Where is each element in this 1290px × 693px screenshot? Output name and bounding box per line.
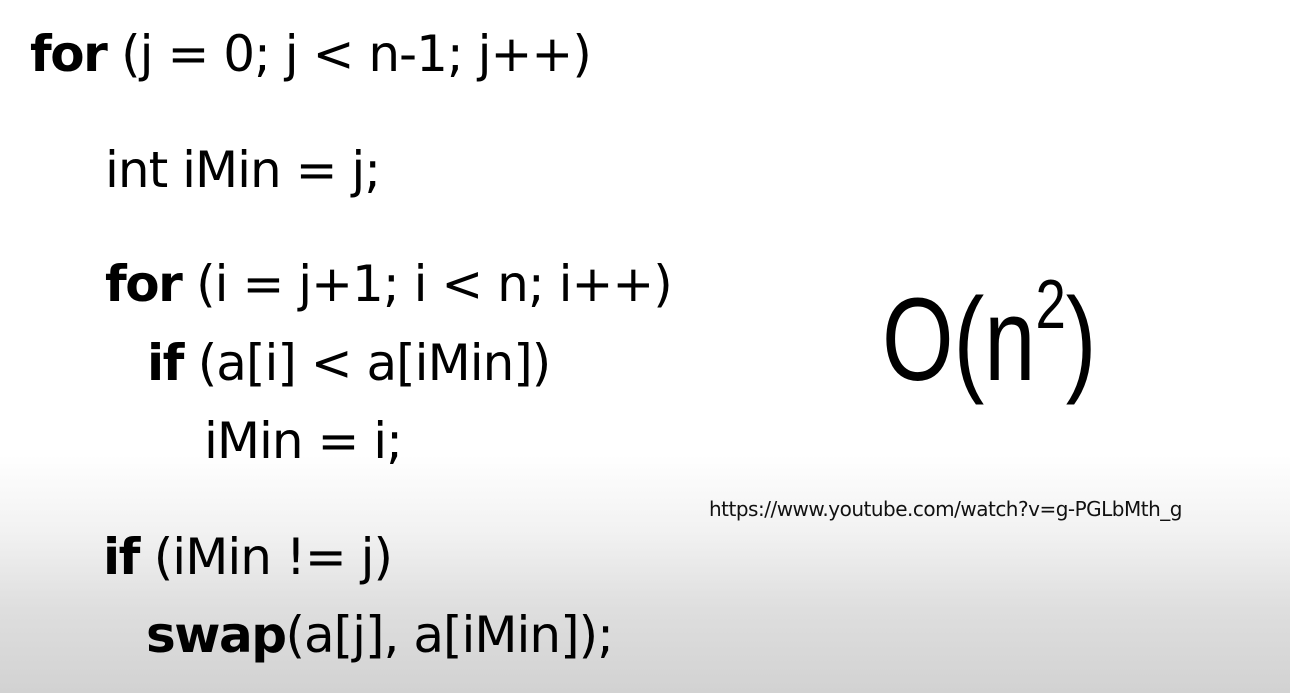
complexity-base: O(n bbox=[882, 274, 1036, 406]
code-line-swap: swap(a[j], a[iMin]); bbox=[146, 605, 614, 665]
code-line-inner-if: if (a[i] < a[iMin]) bbox=[147, 333, 552, 393]
time-complexity-label: O(n2) bbox=[882, 269, 1097, 410]
complexity-exponent: 2 bbox=[1035, 264, 1066, 343]
code-text: (a[i] < a[iMin]) bbox=[182, 334, 552, 392]
keyword-swap: swap bbox=[146, 606, 287, 664]
keyword-for: for bbox=[30, 25, 108, 83]
code-text: iMin = i; bbox=[204, 412, 403, 470]
keyword-for: for bbox=[105, 255, 183, 313]
code-line-inner-for: for (i = j+1; i < n; i++) bbox=[105, 254, 673, 314]
complexity-close: ) bbox=[1065, 274, 1097, 406]
keyword-if: if bbox=[147, 334, 184, 392]
code-text: (iMin != j) bbox=[138, 528, 393, 586]
code-line-outer-for: for (j = 0; j < n-1; j++) bbox=[30, 24, 592, 84]
code-line-imin-assignment: iMin = i; bbox=[204, 411, 403, 471]
source-url-text: https://www.youtube.com/watch?v=g-PGLbMt… bbox=[709, 497, 1182, 521]
keyword-if: if bbox=[103, 528, 140, 586]
code-text: (a[j], a[iMin]); bbox=[285, 606, 613, 664]
code-line-imin-declaration: int iMin = j; bbox=[105, 140, 381, 200]
code-text: (i = j+1; i < n; i++) bbox=[181, 255, 673, 313]
code-line-outer-if: if (iMin != j) bbox=[103, 527, 393, 587]
code-text: int iMin = j; bbox=[105, 141, 381, 199]
code-text: (j = 0; j < n-1; j++) bbox=[106, 25, 592, 83]
